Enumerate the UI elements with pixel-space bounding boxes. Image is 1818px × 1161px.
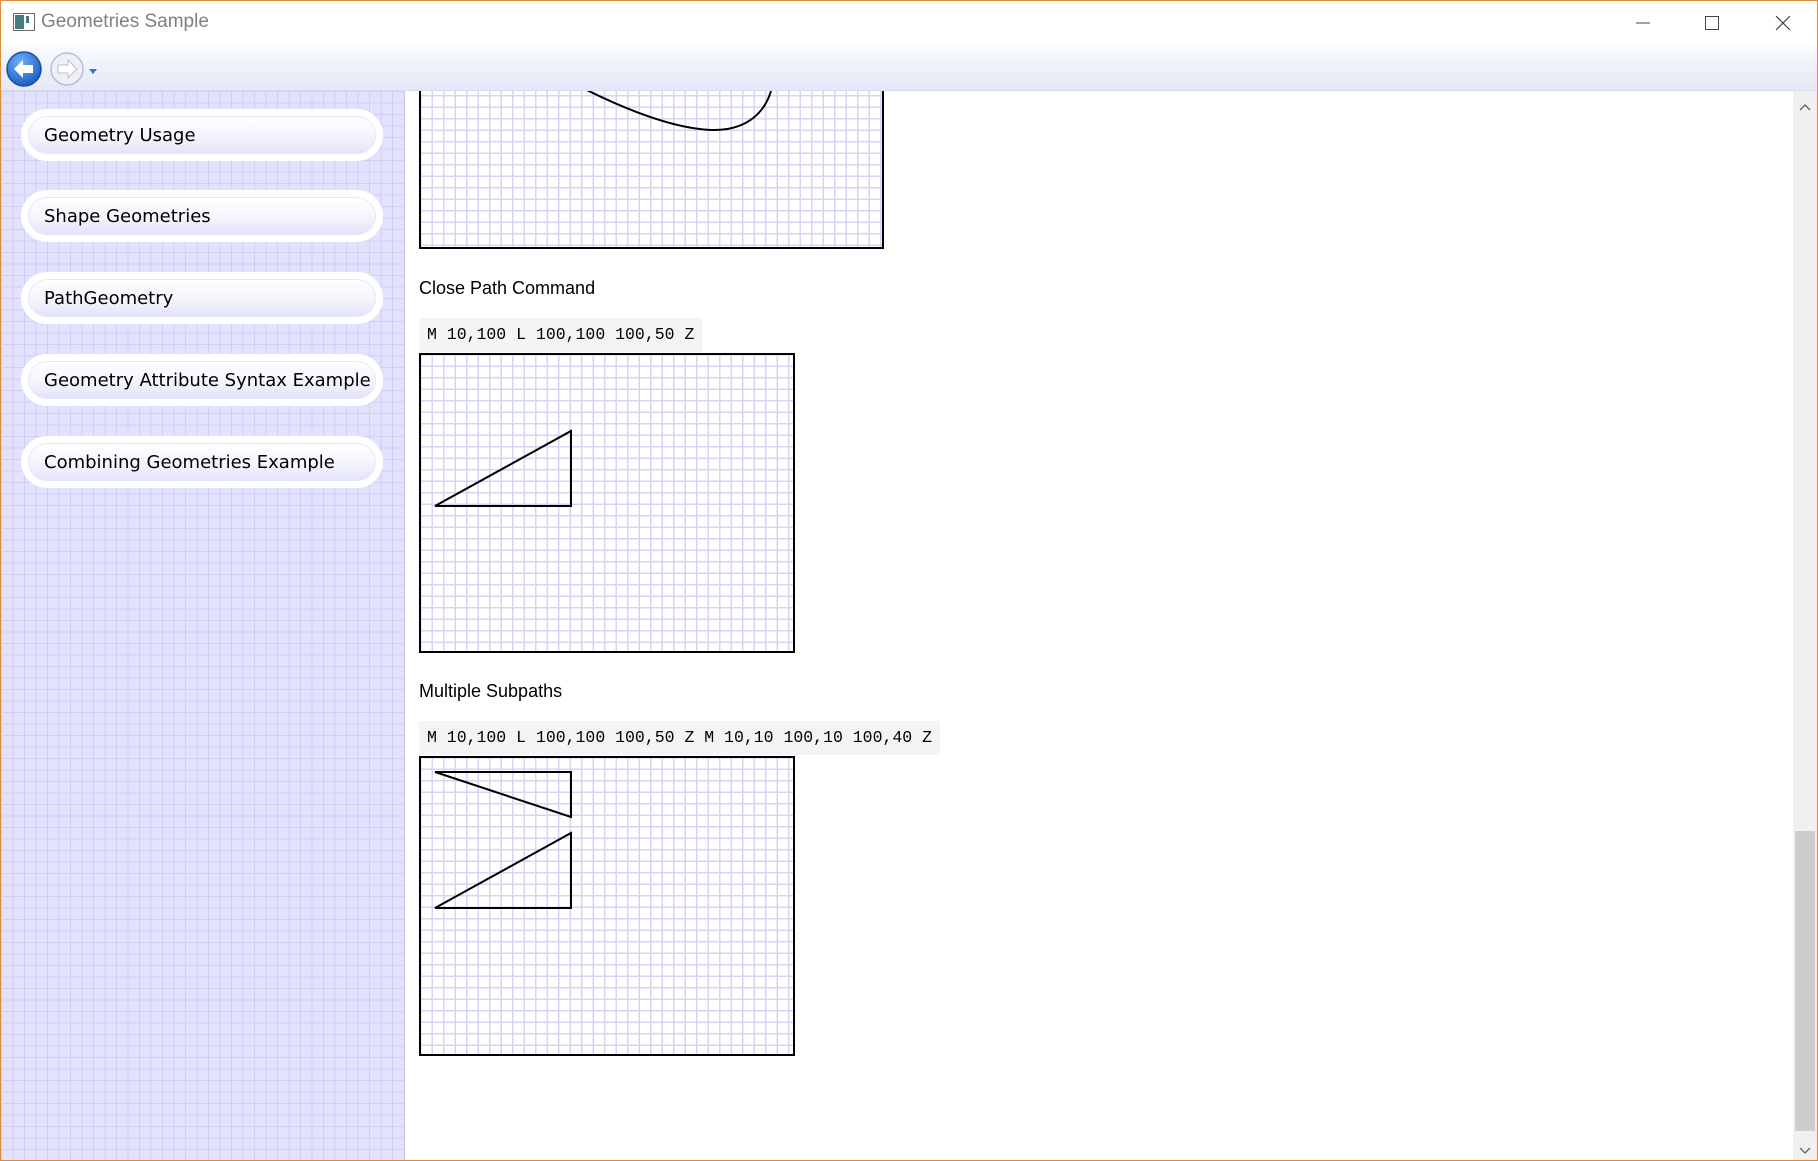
section-title-close-path: Close Path Command xyxy=(419,278,596,298)
sidebar-item-combining-geometries[interactable]: Combining Geometries Example xyxy=(21,436,383,488)
chevron-down-icon[interactable] xyxy=(88,61,98,80)
scrollbar-thumb[interactable] xyxy=(1795,831,1815,1131)
curve-path xyxy=(586,91,772,132)
sidebar-item-pathgeometry[interactable]: PathGeometry xyxy=(21,272,383,324)
title-bar: Geometries Sample xyxy=(1,1,1817,45)
forward-button[interactable] xyxy=(48,50,86,88)
path-diagram-top xyxy=(419,91,884,249)
back-button[interactable] xyxy=(5,50,43,88)
code-close-path: M 10,100 L 100,100 100,50 Z xyxy=(419,318,703,352)
scroll-down-icon[interactable] xyxy=(1798,1141,1812,1154)
triangle-path xyxy=(434,429,572,507)
close-icon xyxy=(1775,15,1791,31)
navigation-bar xyxy=(1,45,1817,91)
sidebar: Geometry Usage Shape Geometries PathGeom… xyxy=(1,91,405,1160)
forward-arrow-icon xyxy=(48,52,86,92)
close-button[interactable] xyxy=(1748,1,1817,45)
content-area: Close Path Command M 10,100 L 100,100 10… xyxy=(405,91,1793,1160)
code-multiple-subpaths: M 10,100 L 100,100 100,50 Z M 10,10 100,… xyxy=(419,721,940,755)
maximize-icon xyxy=(1704,15,1720,31)
window-title: Geometries Sample xyxy=(41,11,209,32)
subpaths xyxy=(434,771,572,909)
back-arrow-icon xyxy=(5,51,43,92)
sidebar-item-shape-geometries[interactable]: Shape Geometries xyxy=(21,190,383,242)
app-window: Geometries Sample Geometry Usage Shape G… xyxy=(0,0,1818,1161)
vertical-scrollbar[interactable] xyxy=(1793,91,1817,1160)
scroll-up-icon[interactable] xyxy=(1798,97,1812,111)
path-diagram-multiple-subpaths xyxy=(419,756,795,1056)
path-diagram-close-path xyxy=(419,353,795,653)
minimize-icon xyxy=(1635,15,1651,31)
section-title-multiple-subpaths: Multiple Subpaths xyxy=(419,681,563,701)
minimize-button[interactable] xyxy=(1608,1,1678,45)
maximize-button[interactable] xyxy=(1677,1,1747,45)
sidebar-item-geometry-usage[interactable]: Geometry Usage xyxy=(21,109,383,161)
sidebar-item-geometry-attribute-syntax[interactable]: Geometry Attribute Syntax Example xyxy=(21,354,383,406)
app-icon xyxy=(13,13,35,31)
